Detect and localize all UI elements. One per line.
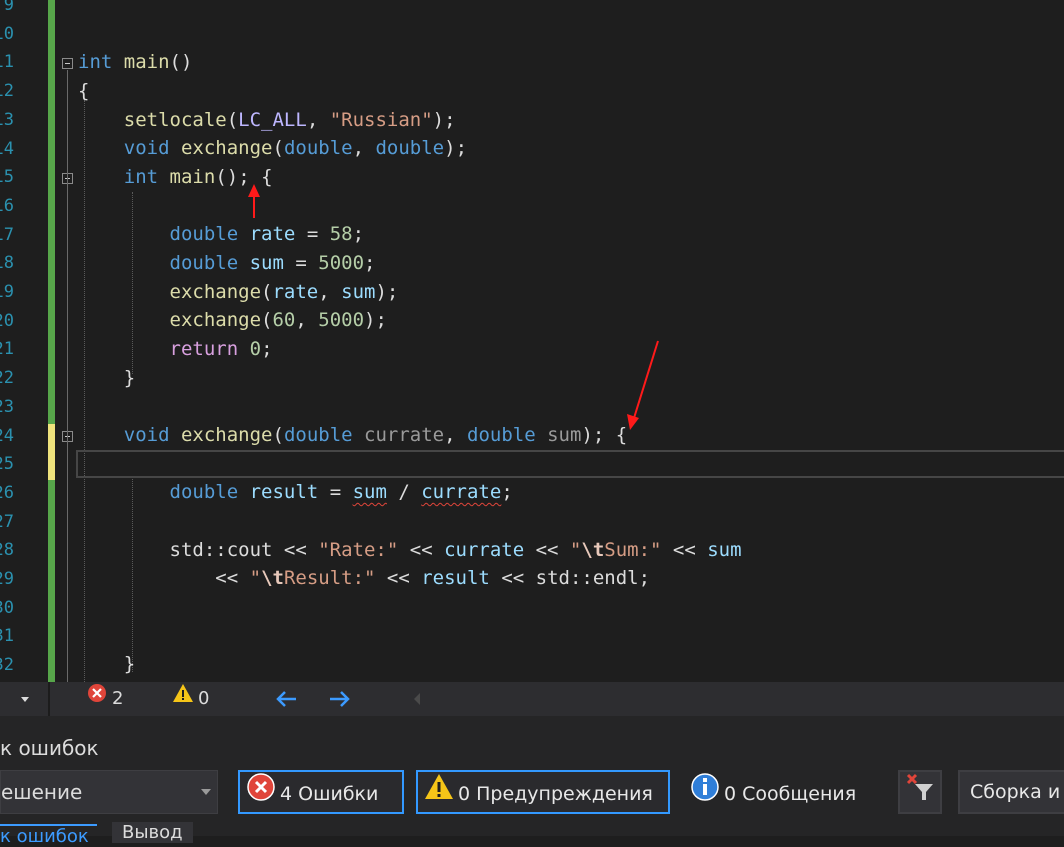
code-editor[interactable]: 9101112131415161718192021222324252627282… xyxy=(0,0,1064,682)
annotation-arrows xyxy=(248,184,659,430)
scope-select[interactable]: ешение xyxy=(0,770,218,814)
scroll-left-icon[interactable] xyxy=(410,682,424,716)
annotation-arrow xyxy=(248,184,260,218)
panel-title: к ошибок xyxy=(0,736,99,760)
tab-output[interactable]: Вывод xyxy=(112,822,193,843)
annotation-arrow xyxy=(627,340,659,430)
warning-icon xyxy=(424,772,454,816)
error-icon xyxy=(86,682,108,716)
chevron-down-icon xyxy=(201,789,211,795)
build-scope-select[interactable]: Сборка и xyxy=(958,770,1064,814)
next-issue-button[interactable] xyxy=(326,682,354,716)
warning-icon xyxy=(172,682,194,716)
warnings-filter-button[interactable]: 0 Предупреждения xyxy=(416,770,670,814)
clear-filter-button[interactable] xyxy=(898,770,942,814)
errors-filter-button[interactable]: 4 Ошибки xyxy=(238,770,404,814)
error-icon xyxy=(246,772,276,816)
previous-issue-button[interactable] xyxy=(272,682,300,716)
info-icon xyxy=(690,772,720,816)
arrow-left-icon xyxy=(276,691,296,707)
warning-count-indicator[interactable]: 0 xyxy=(172,682,209,716)
error-count-indicator[interactable]: 2 xyxy=(86,682,123,716)
messages-filter-button[interactable]: 0 Сообщения xyxy=(682,770,882,814)
editor-status-bar: 2 0 xyxy=(0,682,1064,716)
arrow-right-icon xyxy=(330,691,350,707)
zoom-dropdown[interactable] xyxy=(14,682,38,716)
clear-filter-icon xyxy=(905,772,935,816)
